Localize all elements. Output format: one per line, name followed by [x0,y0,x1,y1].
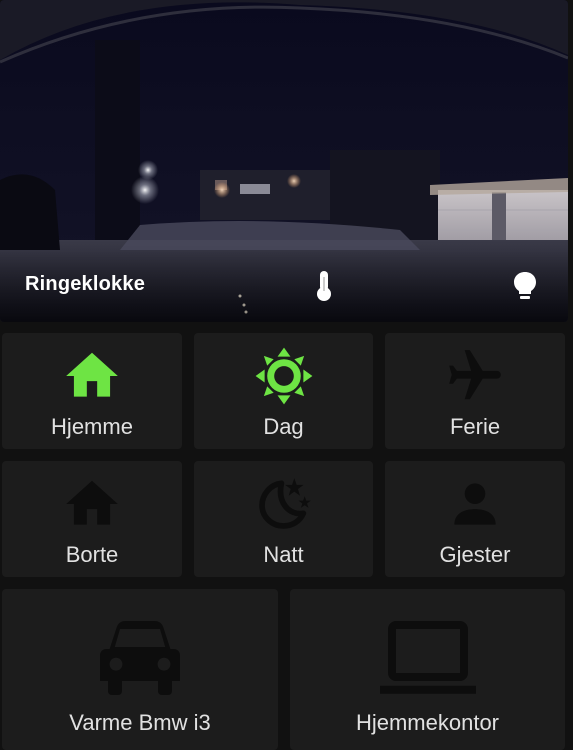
airplane-icon [449,350,501,400]
tile-dag[interactable]: Dag [194,333,373,449]
thermometer-icon[interactable] [311,269,337,303]
tile-label: Varme Bmw i3 [69,710,211,735]
tile-borte[interactable]: Borte [2,461,182,577]
home-icon [66,352,118,397]
moon-stars-icon [258,478,311,529]
tile-hjemme[interactable]: Hjemme [2,333,182,449]
lightbulb-icon[interactable] [512,269,538,303]
tile-label: Borte [65,542,119,567]
person-icon [454,483,496,525]
laptop-icon [379,621,476,694]
camera-title: Ringeklokke [25,273,146,295]
tile-label: Dag [263,414,304,439]
tile-label: Natt [263,542,304,567]
car-icon [100,621,180,695]
tile-label: Ferie [449,414,501,439]
tile-label: Hjemmekontor [355,710,500,735]
camera-card[interactable]: Ringeklokke [0,0,568,322]
tile-gjester[interactable]: Gjester [385,461,565,577]
tile-varme-bmw-i3[interactable]: Varme Bmw i3 [2,589,278,750]
home-icon [66,480,118,525]
tile-label: Hjemme [51,414,133,439]
tile-natt[interactable]: Natt [194,461,373,577]
tile-hjemmekontor[interactable]: Hjemmekontor [290,589,565,750]
sun-icon [255,347,312,405]
tile-ferie[interactable]: Ferie [385,333,565,449]
tile-label: Gjester [439,542,511,567]
